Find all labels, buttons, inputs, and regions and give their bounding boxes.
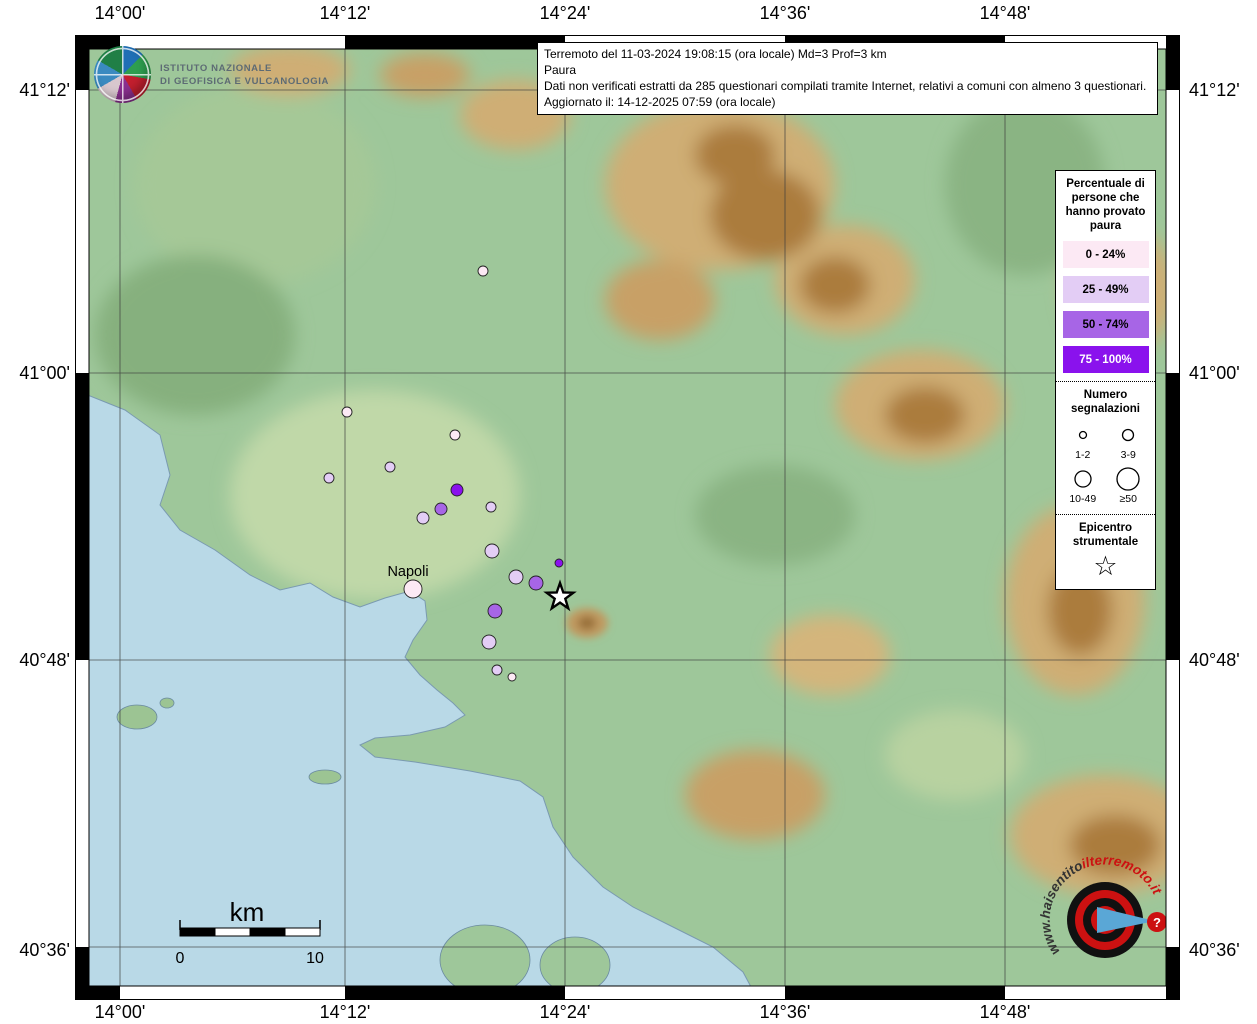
- count-label: 3-9: [1121, 449, 1136, 462]
- axis-label-top-0: 14°00': [95, 3, 146, 24]
- legend-fear-scale: Percentuale di persone che hanno provato…: [1056, 171, 1155, 381]
- count-circle-icon: [1069, 465, 1097, 493]
- legend-swatch-label: 0 - 24%: [1086, 249, 1126, 261]
- axis-label-bottom-4: 14°48': [980, 1002, 1031, 1023]
- ingv-globe-icon: [94, 46, 151, 103]
- axis-label-right-3: 40°36': [1189, 940, 1240, 961]
- axis-label-right-1: 41°00': [1189, 363, 1240, 384]
- legend-count-title: Numero segnalazioni: [1060, 388, 1151, 416]
- scale-end-label: 10: [306, 950, 324, 967]
- felt-report-point[interactable]: [451, 484, 463, 496]
- felt-report-point[interactable]: [486, 502, 496, 512]
- legend-epicenter-title: Epicentro strumentale: [1060, 521, 1151, 549]
- axis-label-bottom-0: 14°00': [95, 1002, 146, 1023]
- legend-count-10-49: 10-49: [1060, 465, 1106, 506]
- map-page: 14°00' 14°12' 14°24' 14°36' 14°48' 14°00…: [0, 0, 1257, 1024]
- ingv-name-line2: DI GEOFISICA E VULCANOLOGIA: [160, 75, 329, 88]
- scale-unit-label: km: [230, 897, 265, 927]
- felt-report-point[interactable]: [342, 407, 352, 417]
- legend-epicenter: Epicentro strumentale ☆: [1056, 514, 1155, 589]
- epicenter-star-icon: ☆: [1060, 551, 1151, 581]
- count-circle-icon: [1114, 465, 1142, 493]
- legend-count-50plus: ≥50: [1106, 465, 1152, 506]
- legend-swatch-0-24: 0 - 24%: [1063, 241, 1149, 268]
- felt-report-point[interactable]: [404, 580, 422, 598]
- event-map-type: Paura: [544, 62, 1151, 78]
- axis-label-bottom-2: 14°24': [540, 1002, 591, 1023]
- count-circle-icon: [1069, 421, 1097, 449]
- map-canvas: km 0 10 Napoli: [75, 35, 1180, 1000]
- axis-label-right-0: 41°12': [1189, 80, 1240, 101]
- felt-report-point[interactable]: [555, 559, 563, 567]
- legend-swatch-75-100: 75 - 100%: [1063, 346, 1149, 373]
- map-legend: Percentuale di persone che hanno provato…: [1055, 170, 1156, 590]
- felt-report-point[interactable]: [485, 544, 499, 558]
- felt-report-point[interactable]: [435, 503, 447, 515]
- legend-swatch-25-49: 25 - 49%: [1063, 276, 1149, 303]
- axis-label-top-4: 14°48': [980, 3, 1031, 24]
- legend-report-counts: Numero segnalazioni 1-2 3-9 10-49: [1056, 381, 1155, 514]
- felt-report-point[interactable]: [508, 673, 516, 681]
- count-circle-icon: [1114, 421, 1142, 449]
- ingv-logo: ISTITUTO NAZIONALE DI GEOFISICA E VULCAN…: [94, 46, 329, 103]
- count-label: 10-49: [1069, 493, 1096, 506]
- felt-report-point[interactable]: [482, 635, 496, 649]
- felt-report-point[interactable]: [488, 604, 502, 618]
- count-label: 1-2: [1075, 449, 1090, 462]
- axis-label-top-2: 14°24': [540, 3, 591, 24]
- axis-label-top-3: 14°36': [760, 3, 811, 24]
- count-label: ≥50: [1120, 493, 1137, 506]
- legend-swatch-label: 50 - 74%: [1082, 319, 1128, 331]
- legend-fear-title: Percentuale di persone che hanno provato…: [1060, 177, 1151, 233]
- felt-report-point[interactable]: [324, 473, 334, 483]
- felt-report-point[interactable]: [529, 576, 543, 590]
- topographic-map: km 0 10 Napoli: [75, 35, 1180, 1000]
- axis-label-left-2: 40°48': [0, 650, 70, 671]
- legend-swatch-50-74: 50 - 74%: [1063, 311, 1149, 338]
- felt-report-point[interactable]: [450, 430, 460, 440]
- legend-count-3-9: 3-9: [1106, 421, 1152, 462]
- felt-report-point[interactable]: [478, 266, 488, 276]
- axis-label-top-1: 14°12': [320, 3, 371, 24]
- event-data-note: Dati non verificati estratti da 285 ques…: [544, 78, 1151, 94]
- axis-label-left-1: 41°00': [0, 363, 70, 384]
- legend-swatch-label: 75 - 100%: [1079, 354, 1131, 366]
- axis-label-bottom-1: 14°12': [320, 1002, 371, 1023]
- legend-swatch-label: 25 - 49%: [1082, 284, 1128, 296]
- event-title-line: Terremoto del 11-03-2024 19:08:15 (ora l…: [544, 46, 1151, 62]
- legend-count-1-2: 1-2: [1060, 421, 1106, 462]
- vesuvius-relief: [566, 608, 608, 638]
- felt-report-point[interactable]: [417, 512, 429, 524]
- axis-label-right-2: 40°48': [1189, 650, 1240, 671]
- felt-report-point[interactable]: [385, 462, 395, 472]
- ingv-name-line1: ISTITUTO NAZIONALE: [160, 62, 329, 75]
- axis-label-bottom-3: 14°36': [760, 1002, 811, 1023]
- felt-report-point[interactable]: [492, 665, 502, 675]
- axis-label-left-3: 40°36': [0, 940, 70, 961]
- scale-start-label: 0: [176, 950, 185, 967]
- event-info-box: Terremoto del 11-03-2024 19:08:15 (ora l…: [537, 42, 1158, 115]
- logo-question-mark: ?: [1153, 915, 1161, 930]
- axis-label-left-0: 41°12': [0, 80, 70, 101]
- city-label-napoli: Napoli: [387, 564, 428, 580]
- felt-report-point[interactable]: [509, 570, 523, 584]
- event-updated-line: Aggiornato il: 14-12-2025 07:59 (ora loc…: [544, 94, 1151, 110]
